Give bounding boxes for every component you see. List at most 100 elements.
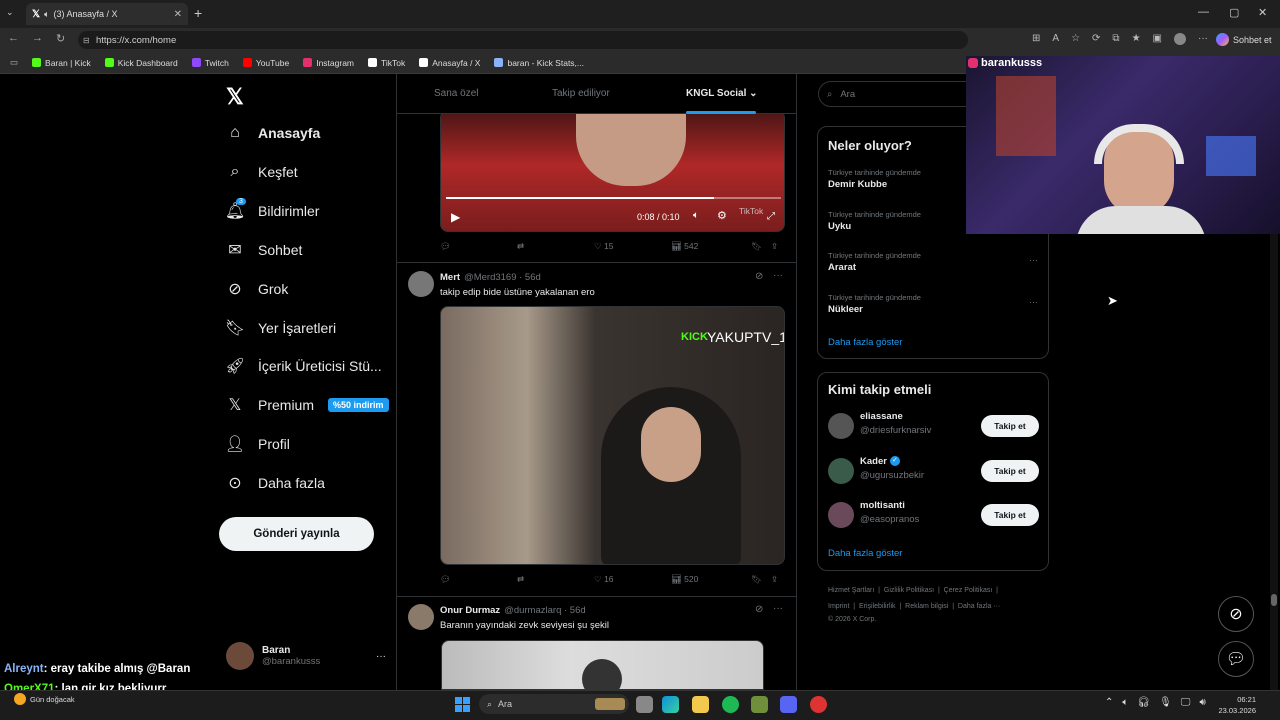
grok-float-button[interactable]: ⊘	[1218, 596, 1254, 632]
share-icon[interactable]: ⇪	[771, 241, 778, 252]
tweet-grok-icon[interactable]: ⊘	[755, 271, 763, 282]
repost-icon[interactable]: ⇄	[517, 574, 594, 585]
follow-suggestion[interactable]: Kader ✓ @ugursuzbekir Takip et	[828, 456, 1039, 486]
tweet-author-name[interactable]: Onur Durmaz	[440, 605, 500, 616]
app-icon[interactable]	[751, 696, 768, 713]
nav-item-premium[interactable]: 𝕏 Premium %50 indirim	[226, 396, 389, 414]
more-menu-icon[interactable]: ···	[1198, 33, 1208, 45]
footer-links-1[interactable]: Hizmet Şartları | Gizlilik Politikası | …	[828, 587, 998, 594]
nav-item-bildirimler[interactable]: 🔔︎ 3 Bildirimler	[225, 198, 319, 220]
taskbar-search[interactable]: ⌕ Ara	[479, 694, 629, 714]
tweet-author-handle[interactable]: @Merd3169 · 56d	[464, 272, 541, 283]
tweet-more-icon[interactable]: ···	[773, 603, 783, 614]
read-aloud-icon[interactable]: A	[1052, 33, 1059, 45]
bookmark-icon[interactable]: 🔖︎	[751, 574, 771, 585]
nav-item-daha-fazla[interactable]: ⊙ Daha fazla	[226, 474, 325, 492]
follow-button[interactable]: Takip et	[981, 504, 1039, 526]
bookmark-item[interactable]: Twitch	[191, 58, 229, 68]
tab-for-you[interactable]: Sana özel	[434, 88, 478, 99]
favorite-star-icon[interactable]: ☆	[1071, 33, 1080, 45]
post-button[interactable]: Gönderi yayınla	[219, 517, 374, 551]
reply-icon[interactable]: 💬︎	[440, 241, 517, 252]
like-button[interactable]: ♡ 16	[594, 574, 671, 585]
footer-links-2[interactable]: Imprint | Erişilebilirlik | Reklam bilgi…	[828, 603, 1000, 610]
account-more-icon[interactable]: ···	[376, 651, 386, 662]
profile-avatar-icon[interactable]	[1173, 33, 1186, 45]
play-icon[interactable]: ▶	[451, 210, 460, 224]
site-info-icon[interactable]: ⊟	[83, 36, 90, 45]
bookmark-item[interactable]: Anasayfa / X	[419, 58, 480, 68]
headphones-icon[interactable]: 🎧︎	[1137, 697, 1150, 708]
follow-suggestion[interactable]: eliassane @driesfurknarsiv Takip et	[828, 411, 1039, 441]
browser-tab[interactable]: 𝕏 🔈︎ (3) Anasayfa / X ✕	[26, 3, 188, 25]
trend-item[interactable]: Türkiye tarihinde gündemde Nükleer ···	[828, 293, 1038, 315]
favorites-icon[interactable]: ★	[1132, 33, 1141, 45]
tab-close-icon[interactable]: ✕	[174, 9, 182, 20]
tab-following[interactable]: Takip ediliyor	[552, 88, 610, 99]
bookmarks-menu-icon[interactable]: ▭	[10, 57, 18, 68]
tab-actions-icon[interactable]: ⌄	[6, 7, 14, 18]
tweet-author-name[interactable]: Mert	[440, 272, 460, 283]
split-screen-icon[interactable]: ⧉	[1112, 33, 1119, 45]
spotify-icon[interactable]	[722, 696, 739, 713]
nav-item-ke-fet[interactable]: ⌕ Keşfet	[226, 163, 298, 181]
views-button[interactable]: 📊︎ 520	[671, 574, 751, 585]
copilot-chat-button[interactable]: Sohbet et	[1216, 33, 1272, 46]
follow-suggestion[interactable]: moltisanti @easopranos Takip et	[828, 500, 1039, 530]
trend-more-icon[interactable]: ···	[1029, 255, 1038, 265]
nav-item-yer-i-aretleri[interactable]: 🔖︎ Yer İşaretleri	[225, 319, 336, 337]
trends-show-more[interactable]: Daha fazla göster	[828, 337, 902, 348]
app-icon[interactable]	[810, 696, 827, 713]
like-button[interactable]: ♡ 15	[594, 241, 671, 252]
speaker-icon[interactable]: 🔈︎	[44, 9, 49, 20]
bookmark-item[interactable]: TikTok	[368, 58, 405, 68]
collections-icon[interactable]: ▣	[1153, 33, 1162, 45]
bookmark-item[interactable]: baran - Kick Stats,...	[494, 58, 584, 68]
video-progress-track[interactable]	[446, 197, 781, 199]
nav-item-sohbet[interactable]: ✉ Sohbet	[226, 241, 302, 259]
nav-item-grok[interactable]: ⊘ Grok	[226, 280, 288, 298]
follow-button[interactable]: Takip et	[981, 415, 1039, 437]
forward-icon[interactable]: →	[32, 32, 43, 44]
tab-kngl-social[interactable]: KNGL Social ⌄	[686, 88, 758, 99]
display-icon[interactable]: 🖵︎	[1181, 697, 1191, 708]
back-icon[interactable]: ←	[8, 32, 19, 44]
reload-icon[interactable]: ↻	[56, 32, 65, 45]
views-button[interactable]: 📊︎ 542	[671, 241, 751, 252]
weather-widget[interactable]: Gün doğacak	[14, 693, 75, 705]
account-switcher[interactable]: Baran @barankusss ···	[226, 640, 386, 672]
tweet-grok-icon[interactable]: ⊘	[755, 604, 763, 615]
fullscreen-icon[interactable]: ⤢	[767, 211, 775, 222]
new-tab-icon[interactable]: +	[194, 5, 202, 21]
bookmark-icon[interactable]: 🔖︎	[751, 241, 771, 252]
maximize-icon[interactable]: ▢	[1229, 6, 1239, 19]
tweet-avatar[interactable]	[408, 271, 434, 297]
settings-gear-icon[interactable]: ⚙	[717, 209, 727, 222]
video-player[interactable]: ▶ 0:08 / 0:10 🔈︎ ⚙ TikTok ⤢	[440, 110, 785, 232]
speaker-icon[interactable]: 🔈︎	[1122, 697, 1128, 708]
bookmark-item[interactable]: Instagram	[303, 58, 354, 68]
close-window-icon[interactable]: ✕	[1258, 6, 1267, 19]
follow-show-more[interactable]: Daha fazla göster	[828, 548, 902, 559]
scrollbar-thumb[interactable]	[1271, 594, 1277, 606]
bookmark-item[interactable]: Baran | Kick	[32, 58, 91, 68]
x-logo-icon[interactable]: 𝕏	[226, 84, 244, 110]
follow-button[interactable]: Takip et	[981, 459, 1039, 482]
repost-icon[interactable]: ⇄	[517, 241, 594, 252]
tweet-avatar[interactable]	[408, 604, 434, 630]
trend-item[interactable]: Türkiye tarihinde gündemde Ararat ···	[828, 251, 1038, 273]
start-button[interactable]	[455, 697, 470, 712]
volume-icon[interactable]: 🔈︎	[693, 210, 699, 221]
tweet-more-icon[interactable]: ···	[773, 270, 783, 281]
nav-item-i-erik-reticisi-st-[interactable]: 🚀︎ İçerik Üreticisi Stü...	[225, 357, 382, 375]
taskbar-clock[interactable]: 06:21 23.03.2026	[1218, 694, 1256, 716]
trend-more-icon[interactable]: ···	[1029, 297, 1038, 307]
extensions-icon[interactable]: ⟳	[1092, 33, 1100, 45]
reply-icon[interactable]: 💬︎	[440, 574, 517, 585]
share-icon[interactable]: ⇪	[771, 574, 778, 585]
search-field[interactable]: ⌕ Ara	[818, 81, 978, 107]
discord-icon[interactable]	[780, 696, 797, 713]
nav-item-anasayfa[interactable]: ⌂ Anasayfa	[226, 124, 320, 142]
bookmark-item[interactable]: Kick Dashboard	[104, 58, 178, 68]
tweet-video[interactable]: KICK YAKUPTV_1	[440, 306, 785, 565]
